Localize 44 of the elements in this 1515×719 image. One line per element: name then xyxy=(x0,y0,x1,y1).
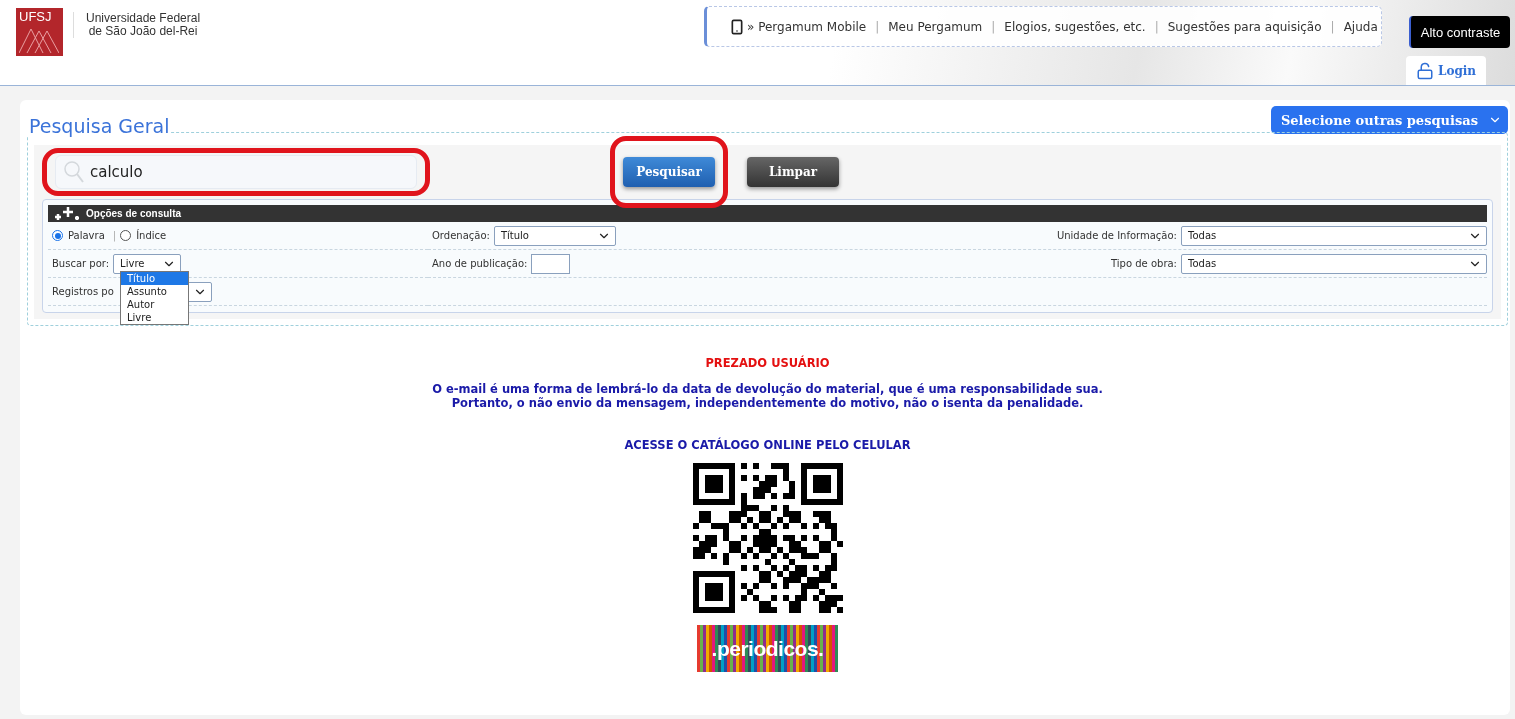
other-searches-dropdown[interactable]: Selecione outras pesquisas xyxy=(1270,106,1508,134)
notice-text: O e-mail é uma forma de lembrá-lo da data de devolução do material, que é uma responsabilidade sua. xyxy=(432,382,1103,396)
nav-link[interactable]: » Pergamum Mobile xyxy=(729,18,867,35)
search-icon xyxy=(64,161,84,183)
nav-separator: | xyxy=(1154,19,1159,34)
field-label: Ordenação: xyxy=(432,230,490,241)
university-name: Universidade Federal de São João del-Rei xyxy=(73,12,201,38)
login-button[interactable]: Login xyxy=(1406,56,1486,85)
catalog-heading: ACESSE O CATÁLOGO ONLINE PELO CELULAR xyxy=(624,438,911,452)
radio-option[interactable]: Índice xyxy=(120,230,167,241)
field-label: Unidade de Informação: xyxy=(1056,230,1177,241)
phone-icon xyxy=(729,18,745,35)
radio-separator: | xyxy=(112,230,117,241)
nav-link[interactable]: Elogios, sugestões, etc. xyxy=(1004,19,1146,34)
nav-separator: | xyxy=(991,19,996,34)
qr-code-icon xyxy=(692,463,843,613)
menu-option[interactable]: Título xyxy=(121,272,188,285)
radio-option[interactable]: Palavra xyxy=(52,230,105,241)
periodicos-logo[interactable]: .periodicos. xyxy=(697,625,838,672)
nav-separator: | xyxy=(1330,19,1335,34)
field-label: Tipo de obra: xyxy=(1111,258,1177,269)
unit-select[interactable]: Todas xyxy=(1181,225,1487,246)
type-select[interactable]: Todas xyxy=(1181,253,1487,274)
field-label: Registros po xyxy=(52,286,114,297)
sort-select[interactable]: Título xyxy=(493,225,616,246)
nav-link[interactable]: Sugestões para aquisição xyxy=(1167,19,1322,34)
plus-icon xyxy=(54,206,80,221)
field-label: Ano de publicação: xyxy=(432,258,528,269)
search-button[interactable]: Pesquisar xyxy=(623,157,715,187)
notice-title: PREZADO USUÁRIO xyxy=(705,356,830,370)
nav-separator: | xyxy=(875,19,880,34)
field-label: Buscar por: xyxy=(52,258,110,269)
unlock-icon xyxy=(1415,61,1434,80)
search-field[interactable]: calculo xyxy=(55,155,417,189)
section-title: Pesquisa Geral xyxy=(27,115,172,137)
nav-link[interactable]: Meu Pergamum xyxy=(888,19,983,34)
year-input[interactable] xyxy=(531,253,571,274)
search-by-select[interactable]: Livre xyxy=(113,253,182,274)
high-contrast-button[interactable]: Alto contraste xyxy=(1409,16,1510,48)
options-title: Opções de consulta xyxy=(86,208,182,219)
nav-link[interactable]: Ajuda xyxy=(1343,19,1378,34)
clear-button[interactable]: Limpar xyxy=(747,157,839,187)
notice-text: Portanto, o não envio da mensagem, independentemente do motivo, não o isenta da penalidade. xyxy=(451,396,1084,410)
logo-text: UFSJ xyxy=(19,9,52,24)
